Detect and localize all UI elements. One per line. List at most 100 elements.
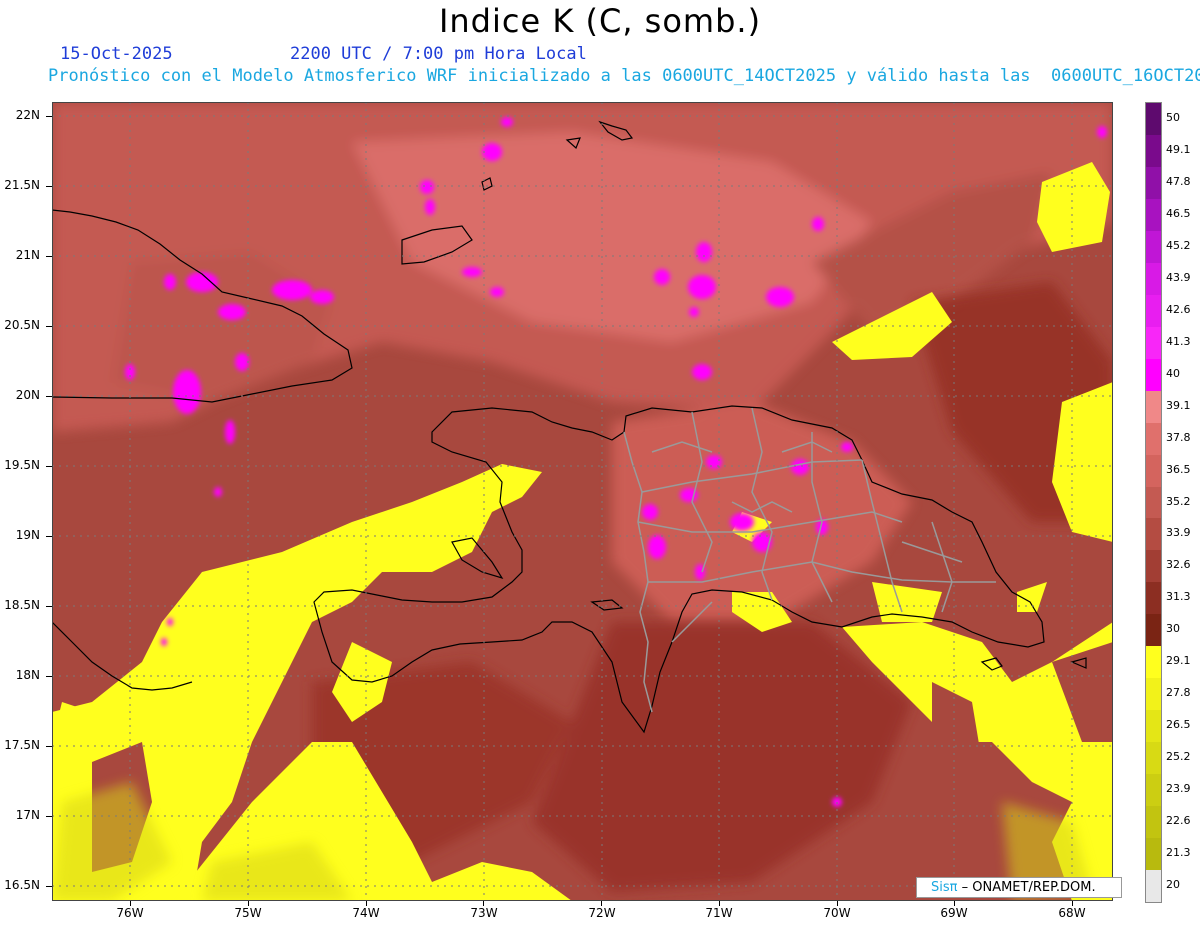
lat-label: 21.5N — [4, 178, 40, 192]
lon-label: 75W — [234, 906, 262, 920]
lon-label: 69W — [940, 906, 968, 920]
colorbar-segment — [1146, 838, 1161, 871]
forecast-date: 15-Oct-2025 — [60, 44, 173, 64]
colorbar-label: 50 — [1166, 110, 1180, 124]
colorbar-label: 29.1 — [1166, 654, 1191, 668]
colorbar-segment — [1146, 870, 1161, 903]
colorbar-label: 33.9 — [1166, 526, 1191, 540]
colorbar-label: 32.6 — [1166, 558, 1191, 572]
lon-tick — [247, 901, 249, 906]
lat-tick — [46, 816, 52, 817]
colorbar-segment — [1146, 774, 1161, 807]
colorbar-label: 31.3 — [1166, 590, 1191, 604]
colorbar-label: 27.8 — [1166, 686, 1191, 700]
colorbar-label: 39.1 — [1166, 398, 1191, 412]
colorbar-segment — [1146, 198, 1161, 232]
colorbar-label: 21.3 — [1166, 846, 1191, 860]
lat-label: 18.5N — [4, 598, 40, 612]
lat-label: 16.5N — [4, 878, 40, 892]
lat-tick — [46, 256, 52, 257]
lat-label: 17N — [15, 808, 40, 822]
valid-time: 2200 UTC / 7:00 pm Hora Local — [290, 44, 587, 64]
lat-label: 20.5N — [4, 318, 40, 332]
colorbar-label: 35.2 — [1166, 494, 1191, 508]
colorbar-label: 37.8 — [1166, 430, 1191, 444]
colorbar-label: 47.8 — [1166, 174, 1191, 188]
colorbar-segment — [1146, 806, 1161, 839]
lon-label: 72W — [588, 906, 616, 920]
colorbar-segment — [1146, 326, 1161, 360]
lon-tick — [954, 901, 956, 906]
lat-label: 18N — [15, 668, 40, 682]
colorbar-label: 22.6 — [1166, 814, 1191, 828]
colorbar-label: 41.3 — [1166, 334, 1191, 348]
lat-tick — [46, 746, 52, 747]
lon-tick — [1072, 901, 1073, 906]
colorbar-segment — [1146, 646, 1161, 679]
colorbar-segment — [1146, 422, 1161, 456]
lat-label: 19N — [15, 528, 40, 542]
lon-label: 74W — [352, 906, 380, 920]
colorbar-segment — [1146, 103, 1161, 136]
colorbar-label: 26.5 — [1166, 718, 1191, 732]
colorbar-label: 45.2 — [1166, 238, 1191, 252]
colorbar-segment — [1146, 518, 1161, 551]
colorbar-segment — [1146, 614, 1161, 647]
lat-label: 21N — [15, 248, 40, 262]
lat-tick — [46, 886, 52, 887]
lat-tick — [46, 116, 52, 117]
lon-label: 68W — [1058, 906, 1086, 920]
colorbar-label: 43.9 — [1166, 270, 1191, 284]
lat-tick — [46, 396, 52, 397]
lat-tick — [46, 676, 52, 677]
colorbar-label: 23.9 — [1166, 782, 1191, 796]
credit-text: – ONAMET/REP.DOM. — [957, 880, 1096, 895]
colorbar-label: 42.6 — [1166, 302, 1191, 316]
colorbar-segment — [1146, 294, 1161, 328]
lon-tick — [365, 901, 367, 906]
lat-tick — [46, 466, 52, 467]
lat-tick — [46, 606, 52, 607]
lon-label: 71W — [705, 906, 733, 920]
colorbar-segment — [1146, 230, 1161, 264]
colorbar-label: 49.1 — [1166, 142, 1191, 156]
map-area[interactable] — [52, 102, 1113, 901]
lon-tick — [718, 901, 720, 906]
colorbar-segment — [1146, 710, 1161, 743]
k-index-field — [52, 102, 1113, 901]
lon-label: 70W — [823, 906, 851, 920]
lat-label: 20N — [15, 388, 40, 402]
colorbar-segment — [1146, 134, 1161, 168]
colorbar-segment — [1146, 582, 1161, 615]
map-title: Indice K (C, somb.) — [438, 2, 762, 40]
colorbar-segment — [1146, 678, 1161, 711]
credit-box: Sisπ – ONAMET/REP.DOM. — [916, 877, 1122, 898]
sistpi-logo: Sisπ — [931, 880, 958, 895]
colorbar — [1145, 102, 1162, 903]
forecast-info: Pronóstico con el Modelo Atmosferico WRF… — [48, 66, 1200, 86]
colorbar-label: 20 — [1166, 878, 1180, 892]
lat-tick — [46, 326, 52, 327]
lat-tick — [46, 536, 52, 537]
lon-tick — [601, 901, 602, 906]
colorbar-label: 30 — [1166, 622, 1180, 636]
colorbar-label: 25.2 — [1166, 750, 1191, 764]
colorbar-segment — [1146, 550, 1161, 583]
lon-label: 76W — [116, 906, 144, 920]
lat-label: 17.5N — [4, 738, 40, 752]
colorbar-label: 46.5 — [1166, 206, 1191, 220]
colorbar-segment — [1146, 390, 1161, 424]
lat-label: 22N — [15, 108, 40, 122]
colorbar-label: 40 — [1166, 366, 1180, 380]
lon-tick — [130, 901, 131, 906]
lon-label: 73W — [470, 906, 498, 920]
colorbar-segment — [1146, 742, 1161, 775]
colorbar-segment — [1146, 486, 1161, 519]
colorbar-segment — [1146, 262, 1161, 296]
colorbar-segment — [1146, 454, 1161, 487]
colorbar-segment — [1146, 166, 1161, 200]
lat-tick — [46, 186, 52, 187]
colorbar-segment — [1146, 358, 1161, 392]
lon-tick — [483, 901, 485, 906]
lon-tick — [836, 901, 838, 906]
